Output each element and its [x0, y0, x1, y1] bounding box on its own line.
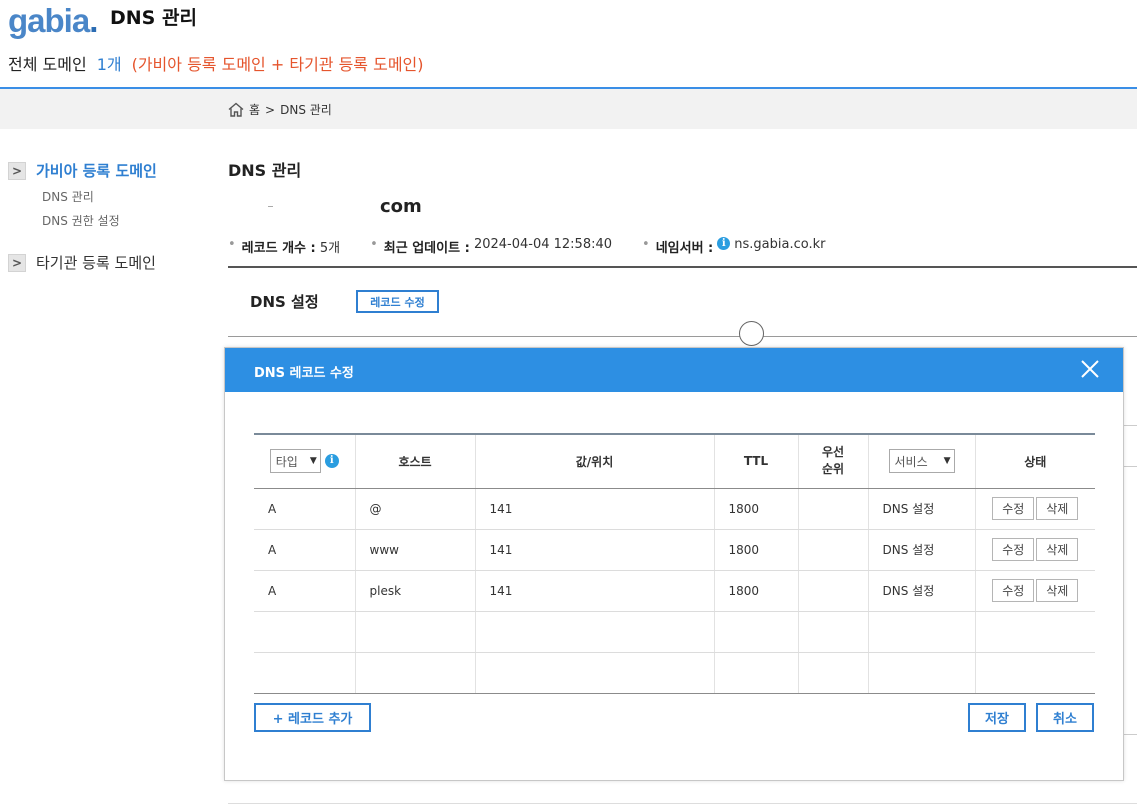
breadcrumb-home[interactable]: 홈: [249, 101, 260, 118]
edit-record-button[interactable]: 수정: [992, 497, 1035, 520]
cancel-button[interactable]: 취소: [1036, 703, 1094, 732]
record-ttl: 1800: [713, 488, 798, 530]
close-icon[interactable]: [1078, 357, 1102, 381]
service-filter-select[interactable]: 서비스 ▼: [888, 449, 955, 474]
record-service: DNS 설정: [867, 488, 975, 530]
record-actions: 수정 삭제: [974, 529, 1095, 571]
record-priority: [797, 529, 868, 571]
last-update-label: 최근 업데이트 :: [383, 241, 470, 256]
type-column-header: 타입 ▼ i: [254, 433, 355, 489]
modal-title: DNS 레코드 수정: [254, 366, 354, 381]
summary-label: 전체 도메인: [8, 55, 87, 74]
sidebar-item-gabia-domains[interactable]: > 가비아 등록 도메인: [8, 160, 157, 181]
sidebar-item-label: 타기관 등록 도메인: [36, 254, 156, 272]
breadcrumb: 홈 > DNS 관리: [228, 101, 332, 118]
record-type: A: [254, 570, 355, 612]
info-icon[interactable]: i: [717, 237, 731, 250]
edit-records-button[interactable]: 레코드 수정: [356, 290, 439, 313]
delete-record-button[interactable]: 삭제: [1036, 538, 1079, 561]
save-button[interactable]: 저장: [968, 703, 1026, 732]
bullet: •: [370, 237, 378, 252]
record-ttl: 1800: [713, 529, 798, 571]
sidebar-subitem-dns-permission[interactable]: DNS 권한 설정: [42, 212, 120, 229]
delete-record-button[interactable]: 삭제: [1036, 579, 1079, 602]
priority-column-header: 우선 순위: [797, 433, 868, 489]
table-header-row: 타입 ▼ i 호스트 값/위치 TTL 우선 순위 서비스 ▼ 상태: [254, 433, 1095, 489]
sidebar-item-label: 가비아 등록 도메인: [36, 162, 157, 180]
nameserver-value: ns.gabia.co.kr: [734, 237, 826, 252]
bullet: •: [228, 237, 236, 252]
record-host: plesk: [354, 570, 475, 612]
ttl-column-header: TTL: [713, 433, 798, 489]
section-divider: [228, 266, 1137, 268]
record-value: 141: [474, 529, 714, 571]
record-actions: 수정 삭제: [974, 570, 1095, 612]
table-row: A @ 141 1800 DNS 설정 수정 삭제: [254, 488, 1095, 530]
chevron-down-icon: ▼: [943, 456, 951, 467]
status-column-header: 상태: [974, 433, 1095, 489]
edit-record-button[interactable]: 수정: [992, 579, 1035, 602]
delete-record-button[interactable]: 삭제: [1036, 497, 1079, 520]
record-service: DNS 설정: [867, 570, 975, 612]
content-title: DNS 관리: [228, 161, 302, 180]
content-bottom-divider: [228, 803, 1137, 804]
breadcrumb-separator: >: [265, 102, 276, 117]
background-row-divider: [1124, 734, 1137, 735]
last-update-value: 2024-04-04 12:58:40: [473, 237, 613, 252]
service-column-header: 서비스 ▼: [867, 433, 975, 489]
record-host: www: [354, 529, 475, 571]
host-column-header: 호스트: [354, 433, 475, 489]
record-priority: [797, 570, 868, 612]
bullet: •: [642, 237, 650, 252]
breadcrumb-current: DNS 관리: [280, 103, 332, 117]
summary-description: (가비아 등록 도메인 + 타기관 등록 도메인): [131, 55, 424, 74]
modal-header: DNS 레코드 수정: [225, 348, 1123, 392]
dns-record-table: 타입 ▼ i 호스트 값/위치 TTL 우선 순위 서비스 ▼ 상태 A @ 141 1…: [254, 433, 1095, 694]
table-top-divider: [228, 336, 1137, 337]
dns-record-edit-modal: DNS 레코드 수정 타입 ▼ i 호스트 값/위치 TTL 우선 순위 서비스 ▼ 상…: [224, 347, 1124, 781]
sidebar-subitem-dns-management[interactable]: DNS 관리: [42, 188, 94, 205]
nameserver-label: 네임서버 :: [655, 241, 714, 256]
background-row-divider: [1124, 466, 1137, 467]
table-row-empty: [254, 611, 1095, 653]
table-row: A www 141 1800 DNS 설정 수정 삭제: [254, 529, 1095, 571]
record-count-label: 레코드 개수 :: [241, 241, 316, 256]
table-row-empty: [254, 652, 1095, 694]
domain-masked-mark: [268, 206, 273, 207]
breadcrumb-band: [0, 89, 1137, 129]
home-icon[interactable]: [228, 102, 244, 117]
record-value: 141: [474, 570, 714, 612]
edit-record-button[interactable]: 수정: [992, 538, 1035, 561]
record-type: A: [254, 488, 355, 530]
loading-spinner-icon: [739, 321, 764, 346]
record-actions: 수정 삭제: [974, 488, 1095, 530]
summary-count: 1개: [96, 55, 122, 74]
gabia-logo[interactable]: gabia.: [8, 2, 98, 40]
domain-name: com: [380, 196, 422, 217]
page-heading: DNS 관리: [110, 7, 197, 29]
record-ttl: 1800: [713, 570, 798, 612]
info-icon[interactable]: i: [324, 454, 339, 469]
record-host: @: [354, 488, 475, 530]
table-row: A plesk 141 1800 DNS 설정 수정 삭제: [254, 570, 1095, 612]
record-priority: [797, 488, 868, 530]
type-filter-select[interactable]: 타입 ▼: [269, 449, 321, 474]
value-column-header: 값/위치: [474, 433, 714, 489]
domain-info-row: • 레코드 개수 : 5개 • 최근 업데이트 : 2024-04-04 12:…: [228, 237, 825, 256]
domain-summary: 전체 도메인 1개 (가비아 등록 도메인 + 타기관 등록 도메인): [8, 51, 424, 75]
record-value: 141: [474, 488, 714, 530]
sidebar-item-other-domains[interactable]: > 타기관 등록 도메인: [8, 252, 156, 273]
add-record-button[interactable]: + 레코드 추가: [254, 703, 371, 732]
record-service: DNS 설정: [867, 529, 975, 571]
dns-settings-title: DNS 설정: [250, 293, 319, 311]
chevron-down-icon: ▼: [309, 456, 317, 467]
background-row-divider: [1124, 425, 1137, 426]
record-count-value: 5개: [319, 241, 341, 256]
chevron-right-icon: >: [8, 161, 26, 180]
chevron-right-icon: >: [8, 253, 26, 272]
record-type: A: [254, 529, 355, 571]
